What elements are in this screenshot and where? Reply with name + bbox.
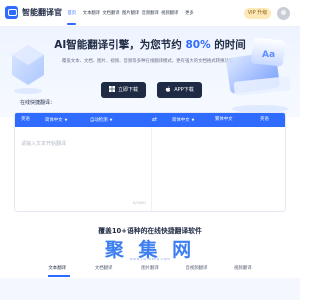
nav-audio-translate[interactable]: 音频翻译 <box>140 0 160 27</box>
nav-video-translate[interactable]: 视频翻译 <box>160 0 180 27</box>
windows-icon <box>108 86 115 92</box>
chevron-down-icon: ▼ <box>109 118 113 122</box>
windows-download-button[interactable]: 立即下载 <box>101 82 146 98</box>
hero-subtitle: 覆盖文本、文档、图片、视频、音频等多种在线翻译模式，更有强大的文档格式转换功能 <box>62 59 234 64</box>
tab-active-indicator <box>48 275 70 277</box>
avatar[interactable] <box>277 7 290 20</box>
tab-doc-translate[interactable]: 文档翻译 <box>80 262 126 276</box>
nav-doc-translate[interactable]: 文档翻译 <box>101 0 121 27</box>
source-lang-auto[interactable]: 自动检测 ▼ <box>90 113 112 128</box>
tab-video-translate[interactable]: 视频翻译 <box>220 262 266 276</box>
target-lang-english[interactable]: 英语 <box>260 113 269 127</box>
quick-translate-label: 在线快捷翻译： <box>20 100 56 106</box>
chevron-down-icon: ▼ <box>64 118 68 122</box>
nav-more[interactable]: 更多 <box>180 0 200 27</box>
source-text-input[interactable]: 请输入文本开始翻译 <box>21 140 66 147</box>
section-title: 覆盖10+语种的在线快捷翻译软件 <box>98 227 202 235</box>
tab-av-translate[interactable]: 音视频翻译 <box>173 262 219 276</box>
main-nav: 首页 文本翻译 文档翻译 图片翻译 音频翻译 视频翻译 更多 <box>62 0 199 27</box>
nav-image-translate[interactable]: 图片翻译 <box>121 0 141 27</box>
language-bar: 英语 简体中文 ▼ 自动检测 ▼ ⇄ 简体中文 ▼ 繁体中文 英语 <box>15 113 285 128</box>
logo-icon[interactable] <box>5 6 18 19</box>
chevron-down-icon: ▼ <box>191 118 195 122</box>
tab-image-translate[interactable]: 图片翻译 <box>127 262 173 276</box>
source-lang-english[interactable]: 英语 <box>21 113 30 127</box>
svg-text:Aa: Aa <box>262 50 275 60</box>
watermark-url: www.jujiwang.com <box>129 257 171 261</box>
char-counter: 0/5000 <box>133 201 146 205</box>
translator-panel: 英语 简体中文 ▼ 自动检测 ▼ ⇄ 简体中文 ▼ 繁体中文 英语 请输入文本开始翻译… <box>14 112 286 212</box>
nav-text-translate[interactable]: 文本翻译 <box>82 0 102 27</box>
translate-illustration-icon: Aa <box>226 37 291 113</box>
target-lang-traditional[interactable]: 繁体中文 <box>215 113 233 127</box>
nav-active-indicator <box>67 23 76 25</box>
target-lang-simplified[interactable]: 简体中文 ▼ <box>172 113 194 128</box>
apple-icon <box>166 86 171 92</box>
tab-text-translate[interactable]: 文本翻译 <box>34 262 80 276</box>
source-lang-simplified[interactable]: 简体中文 ▼ <box>45 113 67 128</box>
swap-languages-icon[interactable]: ⇄ <box>152 113 157 127</box>
brand-name[interactable]: 智能翻译官 <box>22 7 62 18</box>
feature-tabs: 文本翻译 文档翻译 图片翻译 音视频翻译 视频翻译 <box>34 262 266 276</box>
top-nav: 智能翻译官 首页 文本翻译 文档翻译 图片翻译 音频翻译 视频翻译 更多 VIP… <box>0 0 300 27</box>
vip-upgrade-button[interactable]: VIP 升级 <box>244 8 271 19</box>
panel-divider <box>151 127 152 211</box>
app-download-button[interactable]: APP下载 <box>157 82 202 98</box>
feature-band <box>0 278 300 300</box>
